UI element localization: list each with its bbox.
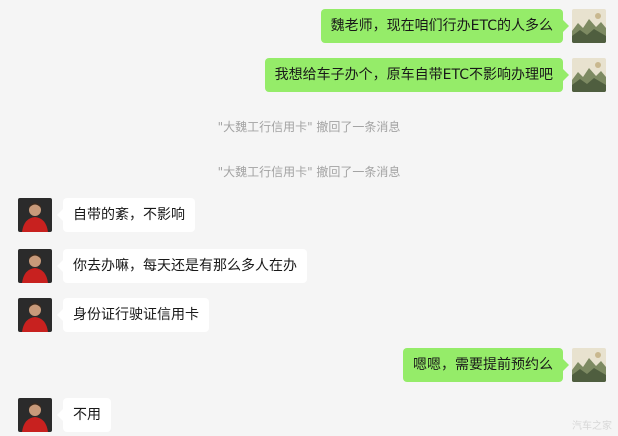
my-avatar-icon[interactable]	[572, 58, 606, 92]
contact-avatar-icon[interactable]	[18, 298, 52, 332]
message-bubble-outgoing[interactable]: 嗯嗯，需要提前预约么	[403, 348, 569, 382]
message-bubble-incoming[interactable]: 身份证行驶证信用卡	[57, 298, 209, 332]
my-avatar-icon[interactable]	[572, 9, 606, 43]
my-avatar-icon[interactable]	[572, 348, 606, 382]
contact-avatar-icon[interactable]	[18, 398, 52, 432]
message-bubble-outgoing[interactable]: 魏老师，现在咱们行办ETC的人多么	[320, 9, 570, 43]
message-row-outgoing: 嗯嗯，需要提前预约么	[0, 348, 618, 382]
contact-avatar-icon[interactable]	[18, 249, 52, 283]
message-row-incoming: 不用	[0, 398, 618, 432]
message-bubble-incoming[interactable]: 不用	[57, 398, 111, 432]
message-bubble-incoming[interactable]: 自带的紊，不影响	[57, 198, 195, 232]
contact-avatar-icon[interactable]	[18, 198, 52, 232]
recall-notice: "大魏工行信用卡" 撤回了一条消息	[217, 165, 401, 179]
message-row-outgoing: 魏老师，现在咱们行办ETC的人多么	[0, 9, 618, 43]
message-row-incoming: 你去办嘛，每天还是有那么多人在办	[0, 249, 618, 283]
message-row-incoming: 身份证行驶证信用卡	[0, 298, 618, 332]
message-bubble-incoming[interactable]: 你去办嘛，每天还是有那么多人在办	[57, 249, 307, 283]
watermark: 汽车之家	[572, 421, 612, 432]
message-row-outgoing: 我想给车子办个，原车自带ETC不影响办理吧	[0, 58, 618, 92]
message-row-incoming: 自带的紊，不影响	[0, 198, 618, 232]
chat-window: 魏老师，现在咱们行办ETC的人多么 我想给车子办个，原车自带ETC不影响办理吧 …	[0, 0, 618, 436]
message-bubble-outgoing[interactable]: 我想给车子办个，原车自带ETC不影响办理吧	[264, 58, 570, 92]
recall-notice: "大魏工行信用卡" 撤回了一条消息	[217, 120, 401, 134]
